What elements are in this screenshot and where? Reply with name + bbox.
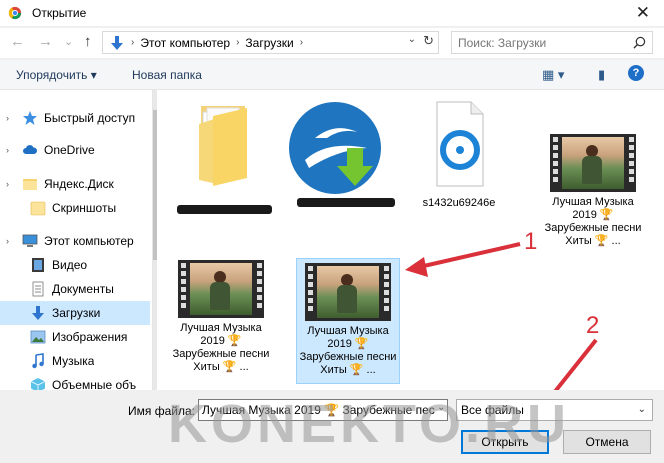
video-thumbnail (305, 263, 391, 321)
chevron-right-icon: › (6, 145, 9, 155)
chevron-right-icon: › (6, 113, 9, 123)
file-item-video[interactable]: Лучшая Музыка 2019 🏆 Зарубежные песни Хи… (169, 260, 273, 385)
forward-arrow-icon[interactable]: → (38, 33, 53, 50)
open-button[interactable]: Открыть (461, 430, 549, 454)
downloads-arrow-icon (111, 35, 123, 50)
computer-icon (22, 234, 38, 247)
chevron-right-icon: › (6, 236, 9, 246)
new-folder-button[interactable]: Новая папка (132, 68, 202, 82)
address-row: ← → ⌄ ↑ › Этот компьютер › Загрузки › ⌄ … (0, 28, 664, 58)
address-bar[interactable]: › Этот компьютер › Загрузки › ⌄ ↻ (102, 31, 439, 54)
command-bar: Упорядочить ▾ Новая папка ▦ ▾ ▮ ? (0, 60, 664, 90)
file-item-video[interactable]: Лучшая Музыка 2019 🏆 Зарубежные песни Хи… (541, 134, 645, 264)
breadcrumb-separator: › (236, 37, 240, 48)
file-dialog-footer: Имя файла: ⌄ Все файлы ⌄ Открыть Отмена (0, 390, 664, 463)
close-icon[interactable]: ✕ (636, 3, 650, 23)
window-title: Открытие (32, 6, 87, 20)
sidebar-item-music[interactable]: Музыка (0, 349, 150, 373)
annotation-number-1: 1 (524, 228, 538, 255)
media-file-icon (436, 101, 484, 187)
search-icon[interactable] (633, 36, 646, 49)
pictures-folder-icon (30, 330, 46, 344)
yandex-disk-icon (23, 179, 37, 190)
redacted-filename (297, 198, 395, 207)
up-arrow-icon[interactable]: ↑ (84, 33, 92, 50)
cloud-icon (23, 145, 38, 154)
annotation-number-2: 2 (586, 312, 600, 339)
file-item-media[interactable]: s1432u69246e (407, 98, 511, 218)
title-bar: Открытие ✕ (0, 0, 664, 26)
cancel-button[interactable]: Отмена (563, 430, 651, 454)
organize-button[interactable]: Упорядочить ▾ (16, 68, 97, 82)
file-item-folder[interactable] (171, 98, 275, 218)
file-type-select[interactable]: Все файлы ⌄ (456, 399, 653, 421)
breadcrumb-separator: › (299, 37, 304, 48)
file-name: Лучшая Музыка 2019 🏆 Зарубежные песни Хи… (299, 325, 397, 376)
folder-icon (199, 106, 247, 186)
back-arrow-icon[interactable]: ← (10, 33, 25, 50)
file-list: s1432u69246e Лучшая Музыка 2019 🏆 Зарубе… (157, 90, 664, 390)
sidebar-item-this-pc[interactable]: › Этот компьютер (0, 229, 150, 253)
video-thumbnail (178, 260, 264, 318)
chevron-down-icon[interactable]: ⌄ (408, 34, 416, 45)
recent-locations-icon[interactable]: ⌄ (64, 35, 73, 48)
breadcrumb-this-pc[interactable]: Этот компьютер (136, 36, 234, 50)
search-input[interactable] (451, 31, 653, 54)
breadcrumb-downloads[interactable]: Загрузки (241, 36, 297, 50)
chevron-down-icon[interactable]: ⌄ (437, 402, 445, 413)
chevron-down-icon: ⌄ (637, 404, 646, 415)
navigation-pane: › Быстрый доступ › OneDrive › Яндекс.Дис… (0, 90, 153, 392)
documents-folder-icon (32, 281, 44, 297)
downloads-arrow-icon (32, 306, 44, 320)
installer-logo-icon (289, 102, 381, 194)
file-name: s1432u69246e (422, 197, 496, 209)
help-icon[interactable]: ? (628, 65, 644, 81)
sidebar-item-onedrive[interactable]: › OneDrive (0, 138, 150, 162)
refresh-icon[interactable]: ↻ (423, 33, 434, 49)
file-type-value: Все файлы (461, 403, 524, 417)
view-options-icon[interactable]: ▦ ▾ (542, 67, 564, 83)
redacted-filename (177, 205, 272, 214)
sidebar-item-downloads[interactable]: Загрузки (0, 301, 150, 325)
star-icon (23, 111, 37, 125)
filename-label: Имя файла: (128, 404, 195, 418)
video-folder-icon (32, 258, 44, 272)
sidebar-item-quick-access[interactable]: › Быстрый доступ (0, 106, 150, 130)
sidebar-item-screenshots[interactable]: Скриншоты (0, 196, 150, 220)
chrome-icon (8, 6, 22, 20)
music-note-icon (32, 353, 44, 369)
breadcrumb-separator: › (131, 37, 135, 48)
chevron-right-icon: › (6, 179, 9, 189)
file-name: Лучшая Музыка 2019 🏆 Зарубежные песни Хи… (544, 196, 642, 247)
sidebar-item-documents[interactable]: Документы (0, 277, 150, 301)
sidebar-item-video[interactable]: Видео (0, 253, 150, 277)
preview-pane-icon[interactable]: ▮ (598, 67, 605, 83)
file-name: Лучшая Музыка 2019 🏆 Зарубежные песни Хи… (172, 322, 270, 373)
sidebar-item-pictures[interactable]: Изображения (0, 325, 150, 349)
sidebar-item-yandex-disk[interactable]: › Яндекс.Диск (0, 172, 150, 196)
video-thumbnail (550, 134, 636, 192)
file-item-video-selected[interactable]: Лучшая Музыка 2019 🏆 Зарубежные песни Хи… (296, 258, 400, 384)
folder-icon (30, 201, 46, 216)
filename-input[interactable] (198, 399, 448, 421)
